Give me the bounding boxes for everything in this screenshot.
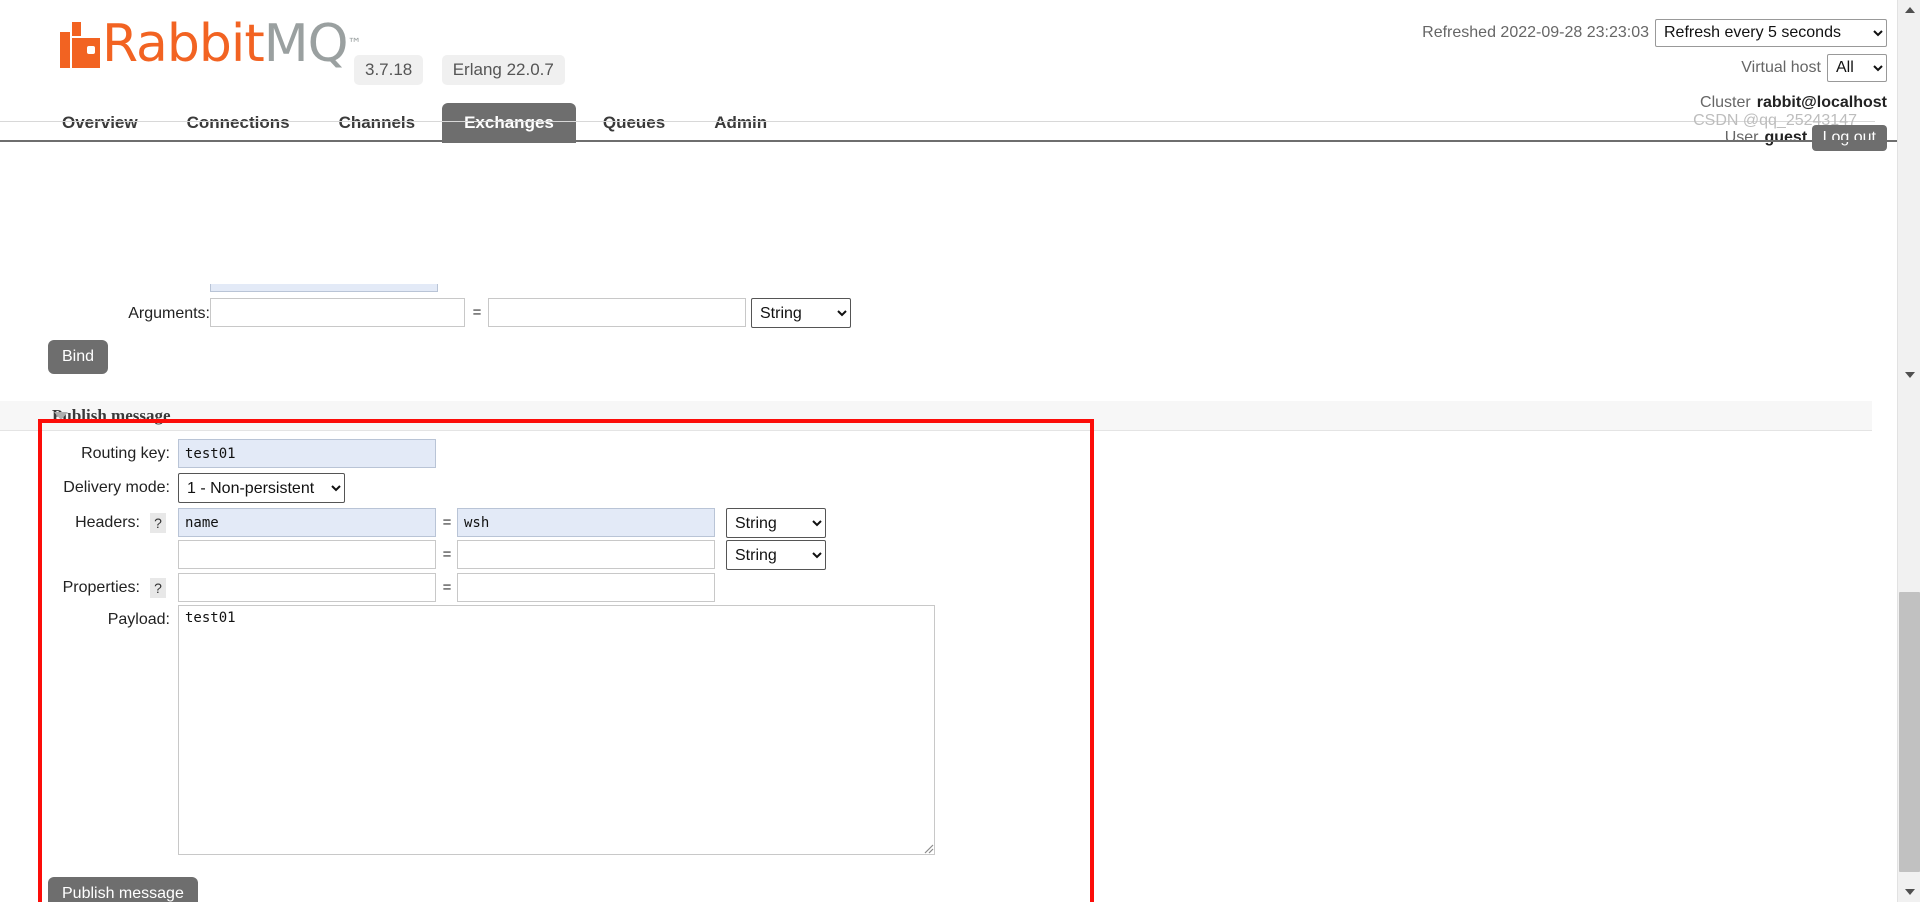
routing-key-label: Routing key: [81, 445, 170, 462]
header-value-input-2[interactable] [457, 540, 715, 569]
rabbitmq-wordmark: RabbitMQ™ [102, 18, 362, 70]
vhost-row: Virtual host All [1422, 53, 1887, 83]
footer-divider [0, 121, 1875, 122]
refreshed-timestamp: Refreshed 2022-09-28 23:23:03 [1422, 24, 1649, 41]
payload-textarea-wrapper [178, 605, 937, 857]
header-value-input-1[interactable] [457, 508, 715, 537]
rabbitmq-logo[interactable]: RabbitMQ™ [60, 18, 362, 70]
properties-label: Properties: [62, 579, 140, 596]
header-key-input-2[interactable] [178, 540, 436, 569]
delivery-mode-select[interactable]: 1 - Non-persistent [178, 473, 345, 503]
scrollbar-mid-arrow-icon[interactable] [1898, 372, 1920, 378]
headers-label: Headers: [75, 514, 140, 531]
property-key-input[interactable] [178, 573, 436, 602]
delivery-mode-label: Delivery mode: [63, 479, 170, 496]
logo-text-mq: MQ [263, 14, 349, 74]
arguments-label: Arguments: [128, 305, 210, 322]
headers-help-icon[interactable]: ? [150, 513, 166, 533]
arguments-equals-sign: = [472, 304, 482, 321]
erlang-version-badge: Erlang 22.0.7 [441, 55, 565, 85]
binding-routing-key-input-partial[interactable] [210, 284, 438, 292]
publish-message-section-header[interactable]: Publish message [0, 401, 1872, 431]
arguments-row: Arguments: = String [0, 298, 1000, 332]
argument-type-select[interactable]: String [751, 298, 851, 328]
payload-textarea[interactable] [178, 605, 935, 855]
main-navigation: Overview Connections Channels Exchanges … [0, 103, 1897, 143]
argument-key-input[interactable] [210, 298, 465, 327]
headers-row-1: Headers: ? = String [0, 508, 1000, 540]
publish-message-button[interactable]: Publish message [48, 877, 198, 902]
tab-channels[interactable]: Channels [317, 103, 438, 143]
properties-equals-sign: = [442, 579, 452, 596]
delivery-mode-row: Delivery mode: 1 - Non-persistent [0, 473, 900, 505]
refresh-row: Refreshed 2022-09-28 23:23:03 Refresh ev… [1422, 18, 1887, 48]
version-badges: 3.7.18 Erlang 22.0.7 [340, 55, 565, 85]
csdn-watermark: CSDN @qq_25243147 [1693, 112, 1857, 129]
header-type-select-1[interactable]: String [726, 508, 826, 538]
page-scrollbar[interactable] [1897, 0, 1920, 902]
publish-message-title: Publish message [52, 405, 171, 425]
property-value-input[interactable] [457, 573, 715, 602]
tab-overview[interactable]: Overview [40, 103, 160, 143]
nav-tab-list: Overview Connections Channels Exchanges … [0, 103, 1897, 143]
collapse-caret-icon[interactable] [54, 411, 68, 420]
tab-queues[interactable]: Queues [581, 103, 687, 143]
scrollbar-thumb[interactable] [1899, 592, 1920, 872]
scrollbar-down-arrow-icon[interactable] [1898, 882, 1920, 902]
headers-equals-sign-1: = [442, 514, 452, 531]
header-type-select-2[interactable]: String [726, 540, 826, 570]
properties-help-icon[interactable]: ? [150, 578, 166, 598]
header-key-input-1[interactable] [178, 508, 436, 537]
virtual-host-select[interactable]: All [1827, 53, 1887, 82]
tab-connections[interactable]: Connections [165, 103, 312, 143]
refresh-interval-select[interactable]: Refresh every 5 seconds [1655, 18, 1887, 47]
routing-key-input[interactable] [178, 439, 436, 468]
payload-label: Payload: [107, 611, 170, 628]
server-version-badge: 3.7.18 [354, 55, 424, 85]
headers-row-2: = String [0, 540, 1000, 572]
scrollbar-up-arrow-icon[interactable] [1898, 0, 1920, 20]
tab-exchanges[interactable]: Exchanges [442, 103, 576, 143]
virtual-host-label: Virtual host [1741, 59, 1821, 76]
argument-value-input[interactable] [488, 298, 746, 327]
rabbitmq-logo-icon [60, 22, 100, 68]
bind-button[interactable]: Bind [48, 340, 109, 374]
logo-trademark-icon: ™ [347, 36, 362, 52]
headers-equals-sign-2: = [442, 546, 452, 563]
routing-key-row: Routing key: [0, 439, 900, 469]
page-viewport: RabbitMQ™ 3.7.18 Erlang 22.0.7 Refreshed… [0, 0, 1897, 902]
properties-row: Properties: ? = [0, 573, 1000, 605]
tab-admin[interactable]: Admin [692, 103, 789, 143]
logo-text-rabbit: Rabbit [102, 14, 265, 74]
